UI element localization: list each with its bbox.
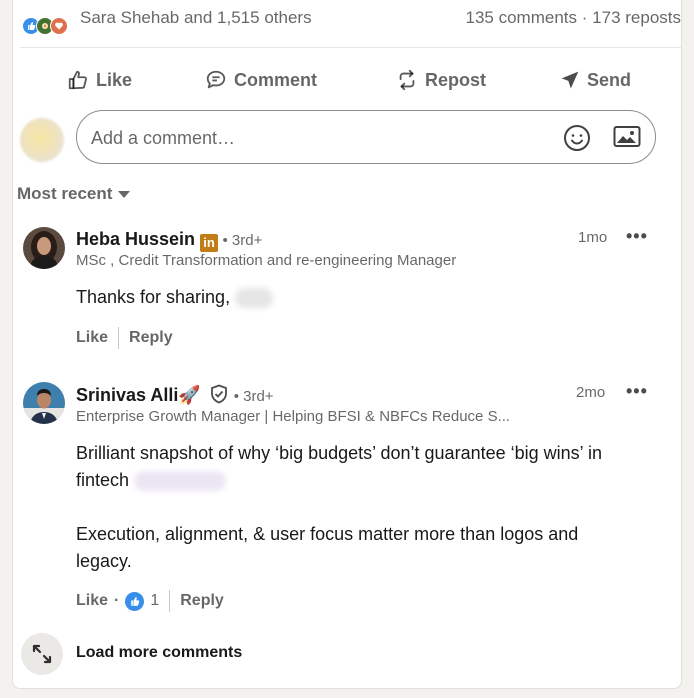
sort-dropdown[interactable]: Most recent bbox=[17, 184, 131, 204]
comment-input[interactable] bbox=[89, 123, 543, 153]
comment-reply-button[interactable]: Reply bbox=[129, 329, 173, 347]
commenter-name-row: Srinivas Alli🚀 • 3rd+ bbox=[76, 384, 274, 406]
caret-down-icon bbox=[118, 190, 131, 198]
like-reaction-icon bbox=[125, 591, 145, 611]
image-icon[interactable] bbox=[613, 124, 641, 155]
comment-like-button[interactable]: Like bbox=[76, 329, 108, 347]
current-user-avatar[interactable] bbox=[20, 118, 64, 162]
load-more-comments-button[interactable]: Load more comments bbox=[76, 644, 242, 662]
divider bbox=[20, 47, 681, 48]
more-options-icon[interactable]: ••• bbox=[626, 226, 648, 247]
comment-text-line: legacy. bbox=[76, 551, 132, 571]
comment-text-line: fintech bbox=[76, 467, 666, 494]
love-reaction-icon bbox=[50, 17, 68, 35]
commenter-headline: MSc , Credit Transformation and re-engin… bbox=[76, 252, 457, 269]
comment-text-fragment: fintech bbox=[76, 470, 130, 490]
thumbs-up-icon bbox=[68, 70, 87, 90]
comment-like-button[interactable]: Like bbox=[76, 592, 108, 610]
comment-button[interactable]: Comment bbox=[205, 58, 317, 102]
comment-text: Thanks for sharing, bbox=[76, 284, 274, 311]
divider bbox=[118, 327, 120, 349]
comment-timestamp: 1mo bbox=[578, 229, 608, 246]
send-button[interactable]: Send bbox=[560, 58, 631, 102]
comment-text-line: Execution, alignment, & user focus matte… bbox=[76, 524, 579, 544]
send-icon bbox=[561, 71, 579, 89]
comment-text-body: Thanks for sharing, bbox=[76, 287, 231, 307]
mention-blurred bbox=[134, 471, 227, 492]
repost-button[interactable]: Repost bbox=[396, 58, 486, 102]
like-label: Like bbox=[96, 69, 133, 90]
dot-separator: · bbox=[114, 592, 120, 609]
engagement-counts: 135 comments · 173 reposts bbox=[466, 8, 681, 28]
comment-actions: Like · 1 Reply bbox=[76, 590, 224, 612]
sort-label: Most recent bbox=[17, 184, 113, 203]
comments-count[interactable]: 135 comments bbox=[466, 8, 578, 27]
comment-actions: Like Reply bbox=[76, 327, 173, 349]
repost-icon bbox=[399, 69, 415, 91]
like-button[interactable]: Like bbox=[67, 58, 132, 102]
comment-text-line: Brilliant snapshot of why ‘big budgets’ … bbox=[76, 443, 602, 463]
reactor-names[interactable]: Sara Shehab and 1,515 others bbox=[80, 8, 312, 28]
comment-label: Comment bbox=[234, 69, 318, 90]
premium-badge-icon: in bbox=[200, 234, 219, 252]
commenter-name-row: Heba Hussein in • 3rd+ bbox=[76, 229, 262, 252]
comment-text: Brilliant snapshot of why ‘big budgets’ … bbox=[76, 440, 666, 575]
reposts-count[interactable]: 173 reposts bbox=[592, 8, 681, 27]
connection-degree: • 3rd+ bbox=[233, 388, 274, 405]
divider bbox=[169, 590, 171, 612]
commenter-name[interactable]: Heba Hussein bbox=[76, 229, 195, 249]
emoji-icon[interactable] bbox=[563, 124, 591, 157]
commenter-headline: Enterprise Growth Manager | Helping BFSI… bbox=[76, 408, 511, 425]
expand-icon[interactable] bbox=[21, 633, 63, 675]
counts-separator: · bbox=[581, 8, 588, 27]
reactions-summary[interactable] bbox=[22, 16, 68, 36]
verified-shield-icon bbox=[211, 384, 228, 404]
mention-blurred bbox=[235, 288, 274, 309]
repost-label: Repost bbox=[425, 69, 487, 90]
comment-reply-button[interactable]: Reply bbox=[180, 592, 224, 610]
commenter-avatar[interactable] bbox=[23, 382, 65, 424]
commenter-avatar[interactable] bbox=[23, 227, 65, 269]
more-options-icon[interactable]: ••• bbox=[626, 381, 648, 402]
connection-degree: • 3rd+ bbox=[222, 232, 263, 249]
send-label: Send bbox=[587, 69, 632, 90]
reaction-count[interactable]: 1 bbox=[150, 592, 159, 610]
commenter-name[interactable]: Srinivas Alli🚀 bbox=[76, 385, 201, 405]
comment-icon bbox=[206, 70, 226, 89]
post-action-bar: Like Comment Repost Send bbox=[0, 58, 694, 102]
comment-box[interactable] bbox=[76, 110, 656, 164]
comment-timestamp: 2mo bbox=[576, 384, 606, 401]
